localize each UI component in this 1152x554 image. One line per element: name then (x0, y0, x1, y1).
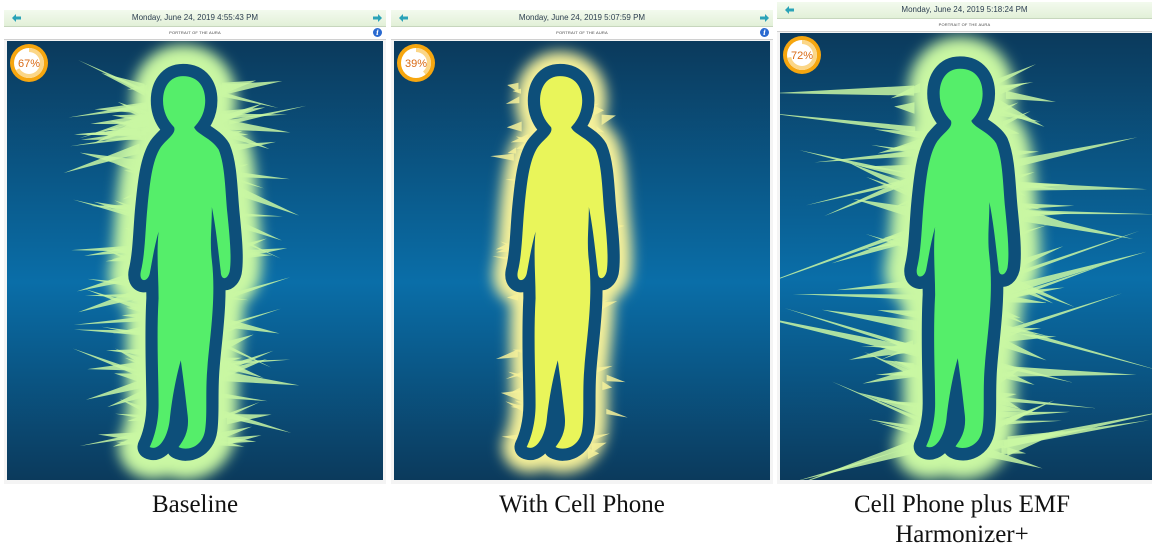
portrait-title: PORTRAIT OF THE AURA (391, 27, 773, 40)
energy-percent: 67% (18, 58, 40, 70)
caption-cell-phone: With Cell Phone (499, 491, 665, 518)
energy-percent-badge: 39% (397, 44, 435, 82)
portrait-title: PORTRAIT OF THE AURA (777, 19, 1152, 32)
info-icon[interactable]: i (373, 28, 382, 37)
arrow-left-icon[interactable] (399, 14, 408, 22)
energy-percent-badge: 67% (10, 44, 48, 82)
caption-emf-harmonizer: Cell Phone plus EMF Harmonizer+ (854, 491, 1070, 548)
timestamp: Monday, June 24, 2019 5:18:24 PM (901, 5, 1028, 14)
energy-percent: 39% (405, 58, 427, 70)
date-bar: Monday, June 24, 2019 4:55:43 PM (4, 10, 386, 27)
energy-percent: 72% (791, 50, 813, 62)
caption-baseline: Baseline (151, 491, 239, 518)
arrow-right-icon[interactable] (760, 14, 769, 22)
portrait-title: PORTRAIT OF THE AURA (4, 27, 386, 40)
date-bar: Monday, June 24, 2019 5:07:59 PM (391, 10, 773, 27)
aura-panel-cell-phone: Monday, June 24, 2019 5:07:59 PM PORTRAI… (391, 10, 773, 484)
aura-portrait: 72% (780, 33, 1152, 480)
aura-portrait: 67% (7, 41, 383, 480)
info-icon[interactable]: i (760, 28, 769, 37)
energy-percent-badge: 72% (783, 36, 821, 74)
date-bar: Monday, June 24, 2019 5:18:24 PM (777, 2, 1152, 19)
aura-panel-baseline: Monday, June 24, 2019 4:55:43 PM PORTRAI… (4, 10, 386, 484)
aura-panel-emf-harmonizer: Monday, June 24, 2019 5:18:24 PM PORTRAI… (777, 2, 1152, 484)
timestamp: Monday, June 24, 2019 5:07:59 PM (518, 13, 646, 22)
timestamp: Monday, June 24, 2019 4:55:43 PM (131, 13, 259, 22)
arrow-left-icon[interactable] (785, 6, 794, 14)
arrow-left-icon[interactable] (12, 14, 21, 22)
arrow-right-icon[interactable] (373, 14, 382, 22)
aura-portrait: 39% (394, 41, 770, 480)
